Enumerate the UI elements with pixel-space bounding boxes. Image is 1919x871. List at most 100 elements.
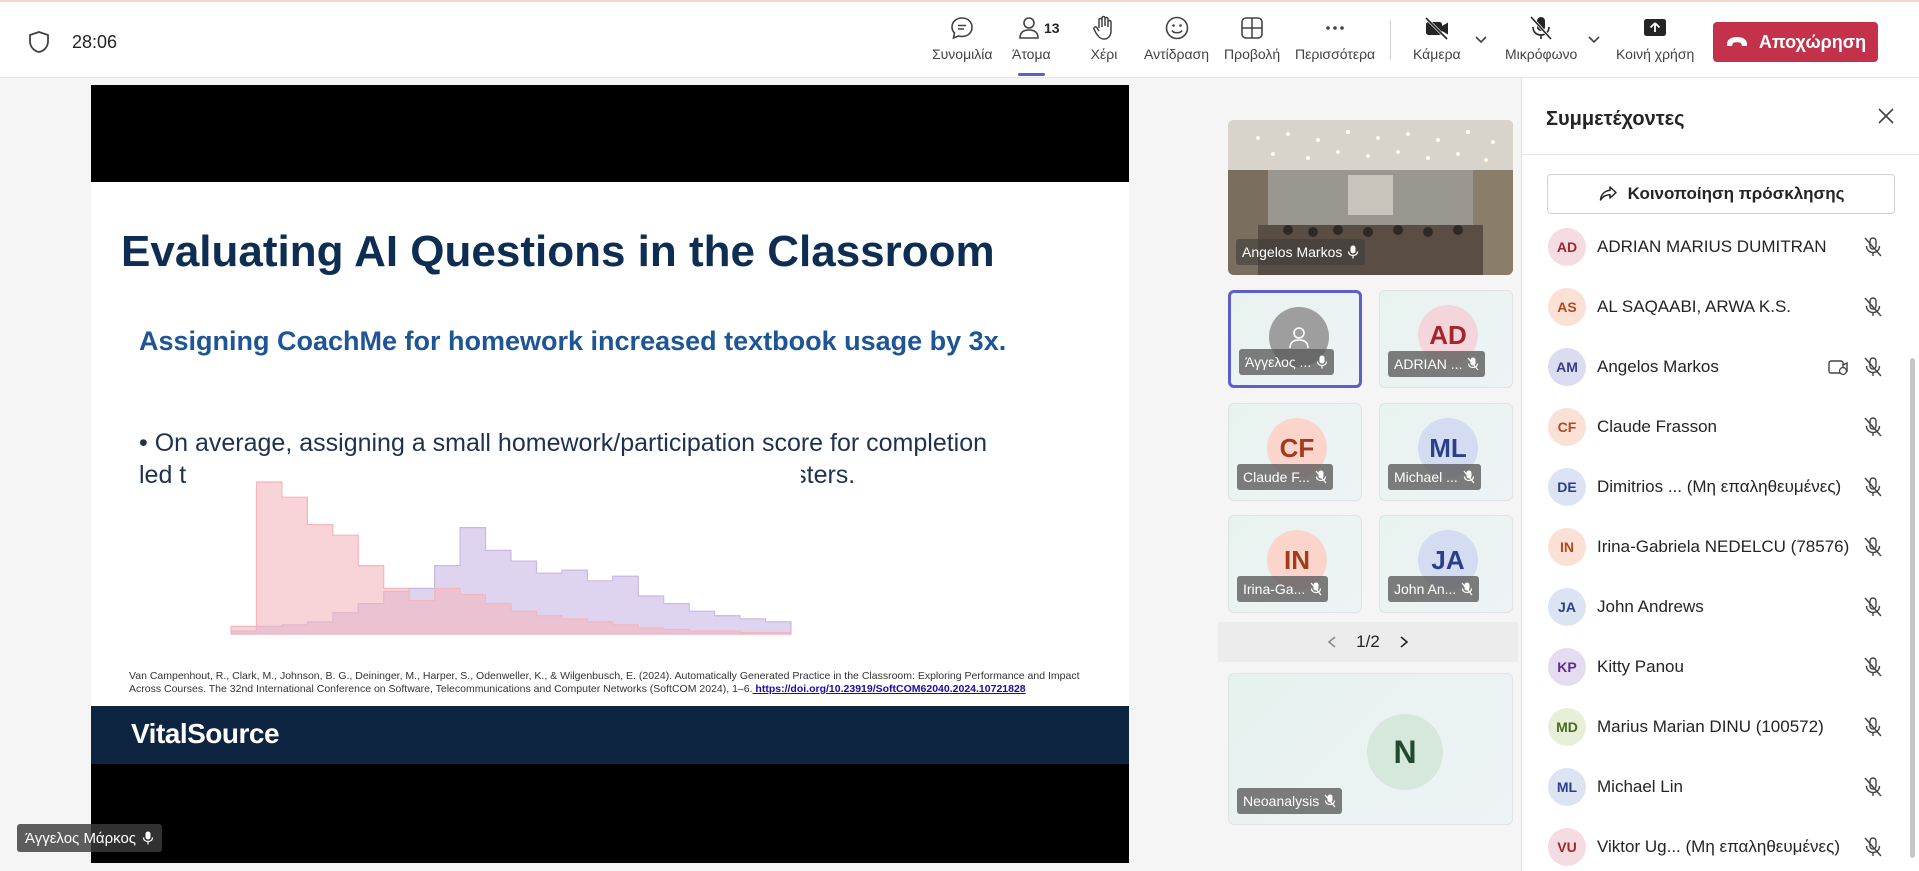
meeting-toolbar: 28:06 Συνομιλία 13 Άτομα Χέρι Αντίδραση … [0,0,1919,78]
participant-row[interactable]: AM Angelos Markos [1522,337,1919,397]
avatar: ML [1548,768,1586,806]
room-video-tile[interactable]: Angelos Markos [1228,120,1513,275]
participant-row[interactable]: AD ADRIAN MARIUS DUMITRAN [1522,217,1919,277]
hand-label: Χέρι [1090,46,1118,62]
mic-off-icon[interactable] [1862,476,1884,498]
chat-button[interactable]: Συνομιλία [932,14,992,70]
mic-off-icon[interactable] [1862,236,1884,258]
participants-panel: Συμμετέχοντες Κοινοποίηση πρόσκλησης AD A… [1521,78,1919,871]
close-icon[interactable] [1876,106,1896,126]
share-icon [1599,186,1617,201]
more-button[interactable]: Περισσότερα [1295,14,1375,70]
participant-row[interactable]: IN Irina-Gabriela NEDELCU (78576) [1522,517,1919,577]
participant-name: Claude Frasson [1597,417,1718,436]
panel-title: Συμμετέχοντες [1546,108,1685,130]
view-label: Προβολή [1224,46,1281,62]
camera-label: Κάμερα [1413,46,1461,62]
participant-name: Viktor Ug... (Μη επαληθευμένες) [1597,837,1840,856]
tile-name: Neoanalysis [1243,793,1320,809]
mic-off-icon [1468,357,1479,371]
leave-button[interactable]: Αποχώρηση [1713,22,1878,62]
shared-screen: Evaluating AI Questions in the Classroom… [91,85,1129,863]
person-icon [1289,327,1309,349]
camera-button[interactable]: Κάμερα [1413,14,1461,70]
participant-tile-neoanalysis[interactable]: N Neoanalysis [1228,673,1513,825]
participant-tile[interactable]: CF Claude F... [1228,403,1362,501]
react-label: Αντίδραση [1144,46,1210,62]
mic-off-icon[interactable] [1862,776,1884,798]
mic-off-icon [1530,15,1553,41]
camera-off-icon [1424,16,1448,41]
toolbar-divider [1390,20,1391,60]
vitalsource-logo: VitalSource [131,718,280,749]
panel-scrollbar[interactable] [1910,358,1915,858]
mic-off-icon[interactable] [1862,656,1884,678]
avatar: CF [1548,408,1586,446]
view-button[interactable]: Προβολή [1224,14,1280,70]
tile-name: Irina-Ga... [1243,581,1306,597]
mic-off-icon[interactable] [1862,716,1884,738]
hand-icon [1093,15,1112,40]
share-invite-button[interactable]: Κοινοποίηση πρόσκλησης [1547,174,1895,214]
mic-options-chevron-icon[interactable] [1587,32,1601,46]
people-label: Άτομα [1012,46,1051,62]
pager-label: 1/2 [1356,632,1380,651]
mic-off-icon[interactable] [1862,356,1884,378]
hang-up-icon [1726,37,1747,46]
chevron-left-icon[interactable] [1326,635,1338,649]
participant-name: AL SAQAABI, ARWA K.S. [1597,297,1792,316]
microphone-button[interactable]: Μικρόφωνο [1505,14,1577,70]
person-icon [1019,17,1040,39]
mic-label: Μικρόφωνο [1505,46,1578,62]
participant-name: Irina-Gabriela NEDELCU (78576) [1597,537,1850,556]
citation-link[interactable]: https://doi.org/10.23919/SoftCOM62040.20… [753,683,1025,695]
participant-tile[interactable]: JA John An... [1379,515,1513,613]
avatar: KP [1548,648,1586,686]
participant-row[interactable]: AS AL SAQAABI, ARWA K.S. [1522,277,1919,337]
gallery-pager: 1/2 [1218,622,1518,662]
participant-row[interactable]: ML Michael Lin [1522,757,1919,817]
participant-row[interactable]: MD Marius Marian DINU (100572) [1522,697,1919,757]
share-button[interactable]: Κοινή χρήση [1616,14,1694,70]
mic-off-icon[interactable] [1862,836,1884,858]
mic-off-icon[interactable] [1862,416,1884,438]
presenter-name: Άγγελος Μάρκος [25,829,137,847]
tile-name-chip: Irina-Ga... [1237,576,1329,602]
participant-row[interactable]: VU Viktor Ug... (Μη επαληθευμένες) [1522,817,1919,871]
react-button[interactable]: Αντίδραση [1144,14,1209,70]
mic-off-icon [1461,582,1473,596]
camera-options-chevron-icon[interactable] [1474,32,1488,46]
tile-name-chip: Michael ... [1388,464,1481,490]
participant-tile[interactable]: ML Michael ... [1379,403,1513,501]
mic-off-icon [1310,582,1322,596]
participant-name: Marius Marian DINU (100572) [1597,717,1824,736]
participant-name: Dimitrios ... (Μη επαληθευμένες) [1597,477,1842,496]
participant-tile[interactable]: Άγγελος ... [1228,290,1362,388]
chevron-right-icon[interactable] [1398,635,1410,649]
participant-name: John Andrews [1597,597,1704,616]
avatar: AM [1548,348,1586,386]
participant-row[interactable]: KP Kitty Panou [1522,637,1919,697]
participant-name: Angelos Markos [1597,357,1719,376]
tile-name-chip: Claude F... [1237,464,1333,490]
people-button[interactable]: 13 Άτομα [1012,14,1060,76]
tile-name-chip: Άγγελος ... [1239,349,1335,375]
share-label: Κοινή χρήση [1616,46,1695,62]
more-label: Περισσότερα [1295,46,1376,62]
mic-off-icon[interactable] [1862,596,1884,618]
participant-row[interactable]: DE Dimitrios ... (Μη επαληθευμένες) [1522,457,1919,517]
chat-icon [951,17,974,40]
participant-row[interactable]: CF Claude Frasson [1522,397,1919,457]
avatar: N [1367,714,1443,790]
mic-off-icon[interactable] [1862,296,1884,318]
meeting-timer: 28:06 [72,32,118,52]
participant-tile[interactable]: IN Irina-Ga... [1228,515,1362,613]
shield-icon [29,31,49,53]
active-tab-indicator [1018,73,1045,76]
mic-off-icon[interactable] [1862,536,1884,558]
share-invite-label: Κοινοποίηση πρόσκλησης [1627,184,1845,203]
participant-row[interactable]: JA John Andrews [1522,577,1919,637]
room-label: Angelos Markos [1242,244,1343,260]
participant-tile[interactable]: AD ADRIAN ... [1379,290,1513,388]
raise-hand-button[interactable]: Χέρι [1090,14,1118,70]
